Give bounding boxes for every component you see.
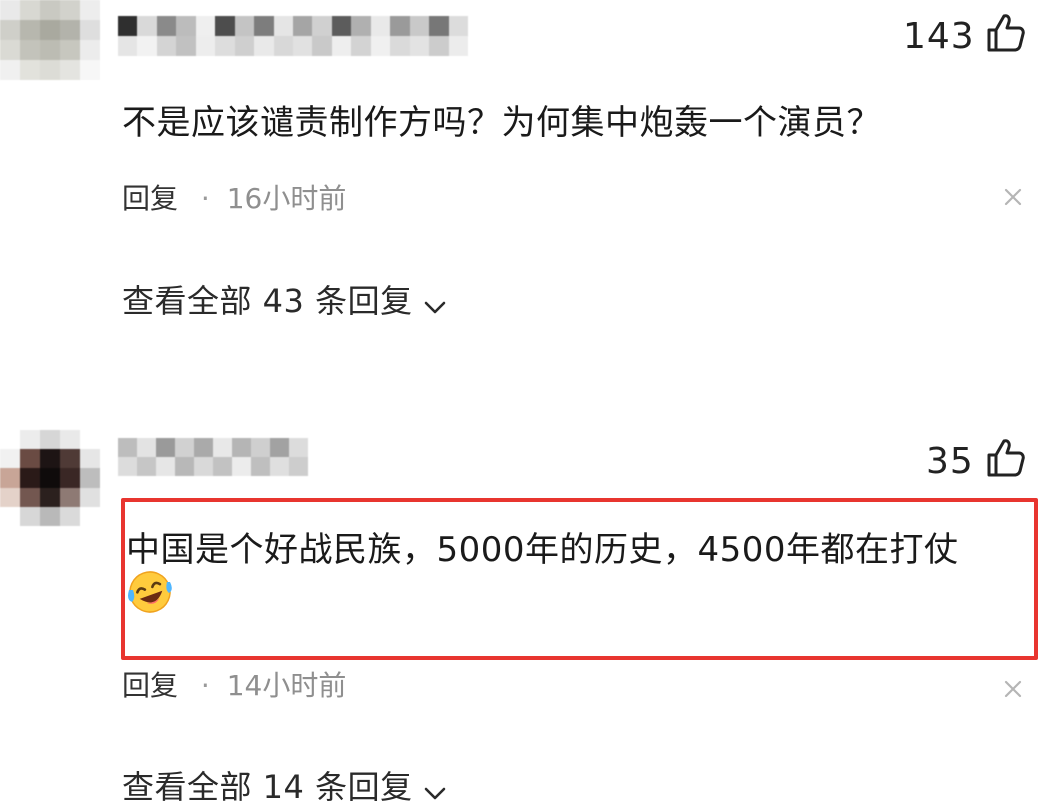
avatar[interactable]: [0, 430, 100, 526]
close-icon[interactable]: [1003, 679, 1023, 699]
chevron-down-icon: [424, 787, 445, 799]
view-replies-link[interactable]: 查看全部 43 条回复: [122, 276, 448, 322]
comment-meta: 回复 · 14小时前: [122, 664, 346, 704]
like-count: 143: [903, 16, 975, 57]
like-count: 35: [926, 441, 974, 482]
comment-time: 16小时前: [226, 182, 347, 215]
laughing-crying-emoji: [128, 571, 172, 613]
username-blurred[interactable]: [118, 16, 468, 56]
username-blurred[interactable]: [118, 438, 308, 476]
thumbs-up-icon[interactable]: [985, 437, 1027, 479]
reply-button[interactable]: 回复: [122, 669, 178, 702]
comment-text: 中国是个好战民族，5000年的历史，4500年都在打仗: [126, 530, 959, 570]
thumbs-up-icon[interactable]: [985, 12, 1027, 54]
meta-separator: ·: [200, 669, 210, 702]
chevron-down-icon: [424, 301, 445, 313]
avatar[interactable]: [0, 0, 100, 80]
comment-text: 不是应该谴责制作方吗？为何集中炮轰一个演员？: [122, 103, 881, 143]
view-replies-label: 查看全部 14 条回复: [122, 768, 413, 806]
meta-separator: ·: [200, 182, 210, 215]
close-icon[interactable]: [1003, 187, 1023, 207]
reply-button[interactable]: 回复: [122, 182, 178, 215]
view-replies-label: 查看全部 43 条回复: [122, 282, 413, 320]
comment-meta: 回复 · 16小时前: [122, 177, 346, 217]
comment-time: 14小时前: [226, 669, 347, 702]
view-replies-link[interactable]: 查看全部 14 条回复: [122, 762, 448, 808]
